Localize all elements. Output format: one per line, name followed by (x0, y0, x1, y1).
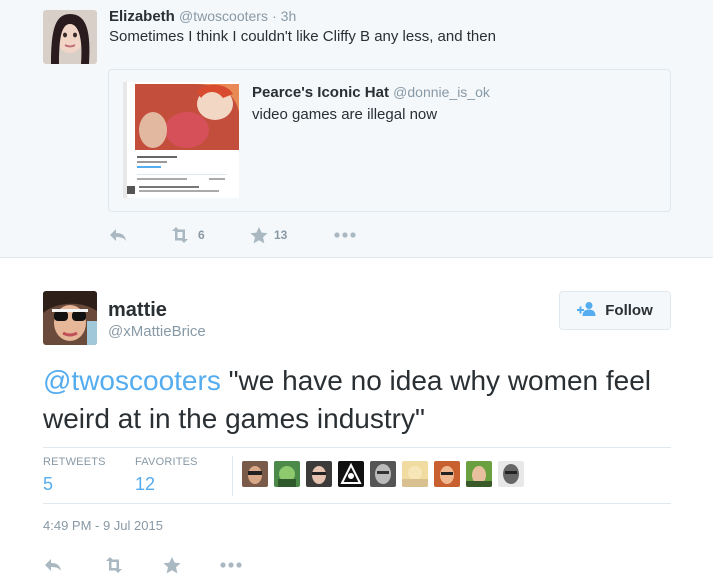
more-dots-icon (220, 562, 242, 568)
favorite-button[interactable]: 13 (250, 225, 287, 245)
quoted-tweet[interactable]: Pearce's Iconic Hat @donnie_is_ok video … (108, 69, 671, 212)
favorites-label: FAVORITES (135, 456, 198, 468)
favoriter-avatars (242, 461, 530, 487)
avatar[interactable] (43, 10, 97, 64)
author-name[interactable]: Elizabeth @twoscooters · 3h (109, 8, 296, 25)
avatar[interactable] (43, 291, 97, 345)
tweet-text: @twoscooters "we have no idea why women … (43, 362, 683, 438)
tweet-text: Sometimes I think I couldn't like Cliffy… (109, 28, 496, 45)
author-display-name[interactable]: mattie (108, 299, 167, 322)
favorite-star-icon (163, 556, 181, 573)
avatar[interactable] (466, 461, 492, 487)
favorites-value[interactable]: 12 (135, 474, 198, 495)
stats-separator (232, 456, 233, 496)
avatar[interactable] (402, 461, 428, 487)
retweets-value[interactable]: 5 (43, 474, 106, 495)
reply-button[interactable] (43, 555, 63, 575)
quoted-author-handle[interactable]: @donnie_is_ok (393, 84, 490, 100)
retweet-icon (106, 557, 122, 573)
avatar[interactable] (370, 461, 396, 487)
quoted-tweet-text: video games are illegal now (252, 106, 438, 123)
retweet-button[interactable]: 6 (168, 225, 205, 245)
author-display-name[interactable]: Elizabeth (109, 8, 175, 25)
parent-tweet[interactable]: Elizabeth @twoscooters · 3h Sometimes I … (0, 0, 713, 258)
reply-button[interactable] (108, 225, 128, 245)
avatar[interactable] (498, 461, 524, 487)
more-dots-icon (334, 232, 356, 238)
avatar[interactable] (274, 461, 300, 487)
quoted-author-name[interactable]: Pearce's Iconic Hat (252, 84, 389, 101)
retweet-button[interactable] (102, 555, 126, 575)
divider (43, 447, 671, 448)
favorite-button[interactable] (163, 555, 181, 575)
retweets-stat[interactable]: RETWEETS 5 (43, 456, 106, 495)
avatar[interactable] (306, 461, 332, 487)
retweet-count: 6 (198, 228, 205, 242)
retweet-icon (172, 227, 188, 243)
follow-label: Follow (605, 302, 653, 319)
follow-button[interactable]: Follow (559, 291, 671, 330)
add-user-icon (577, 301, 597, 321)
avatar[interactable] (434, 461, 460, 487)
favorite-count: 13 (274, 228, 288, 242)
favorite-star-icon (250, 226, 268, 243)
more-button[interactable] (334, 225, 356, 245)
author-handle[interactable]: @twoscooters (179, 8, 268, 24)
quoted-tweet-image (123, 82, 239, 198)
tweet-timestamp[interactable]: 4:49 PM - 9 Jul 2015 (43, 518, 163, 533)
author-handle[interactable]: @xMattieBrice (108, 323, 206, 340)
reply-icon (110, 229, 126, 241)
divider (43, 503, 671, 504)
avatar[interactable] (338, 461, 364, 487)
mention-link[interactable]: @twoscooters (43, 365, 221, 396)
avatar[interactable] (242, 461, 268, 487)
favorites-stat[interactable]: FAVORITES 12 (135, 456, 198, 495)
quoted-author[interactable]: Pearce's Iconic Hat @donnie_is_ok (252, 84, 490, 101)
reply-icon (45, 559, 61, 571)
retweets-label: RETWEETS (43, 456, 106, 468)
tweet-time[interactable]: · 3h (272, 8, 296, 24)
more-button[interactable] (220, 555, 242, 575)
